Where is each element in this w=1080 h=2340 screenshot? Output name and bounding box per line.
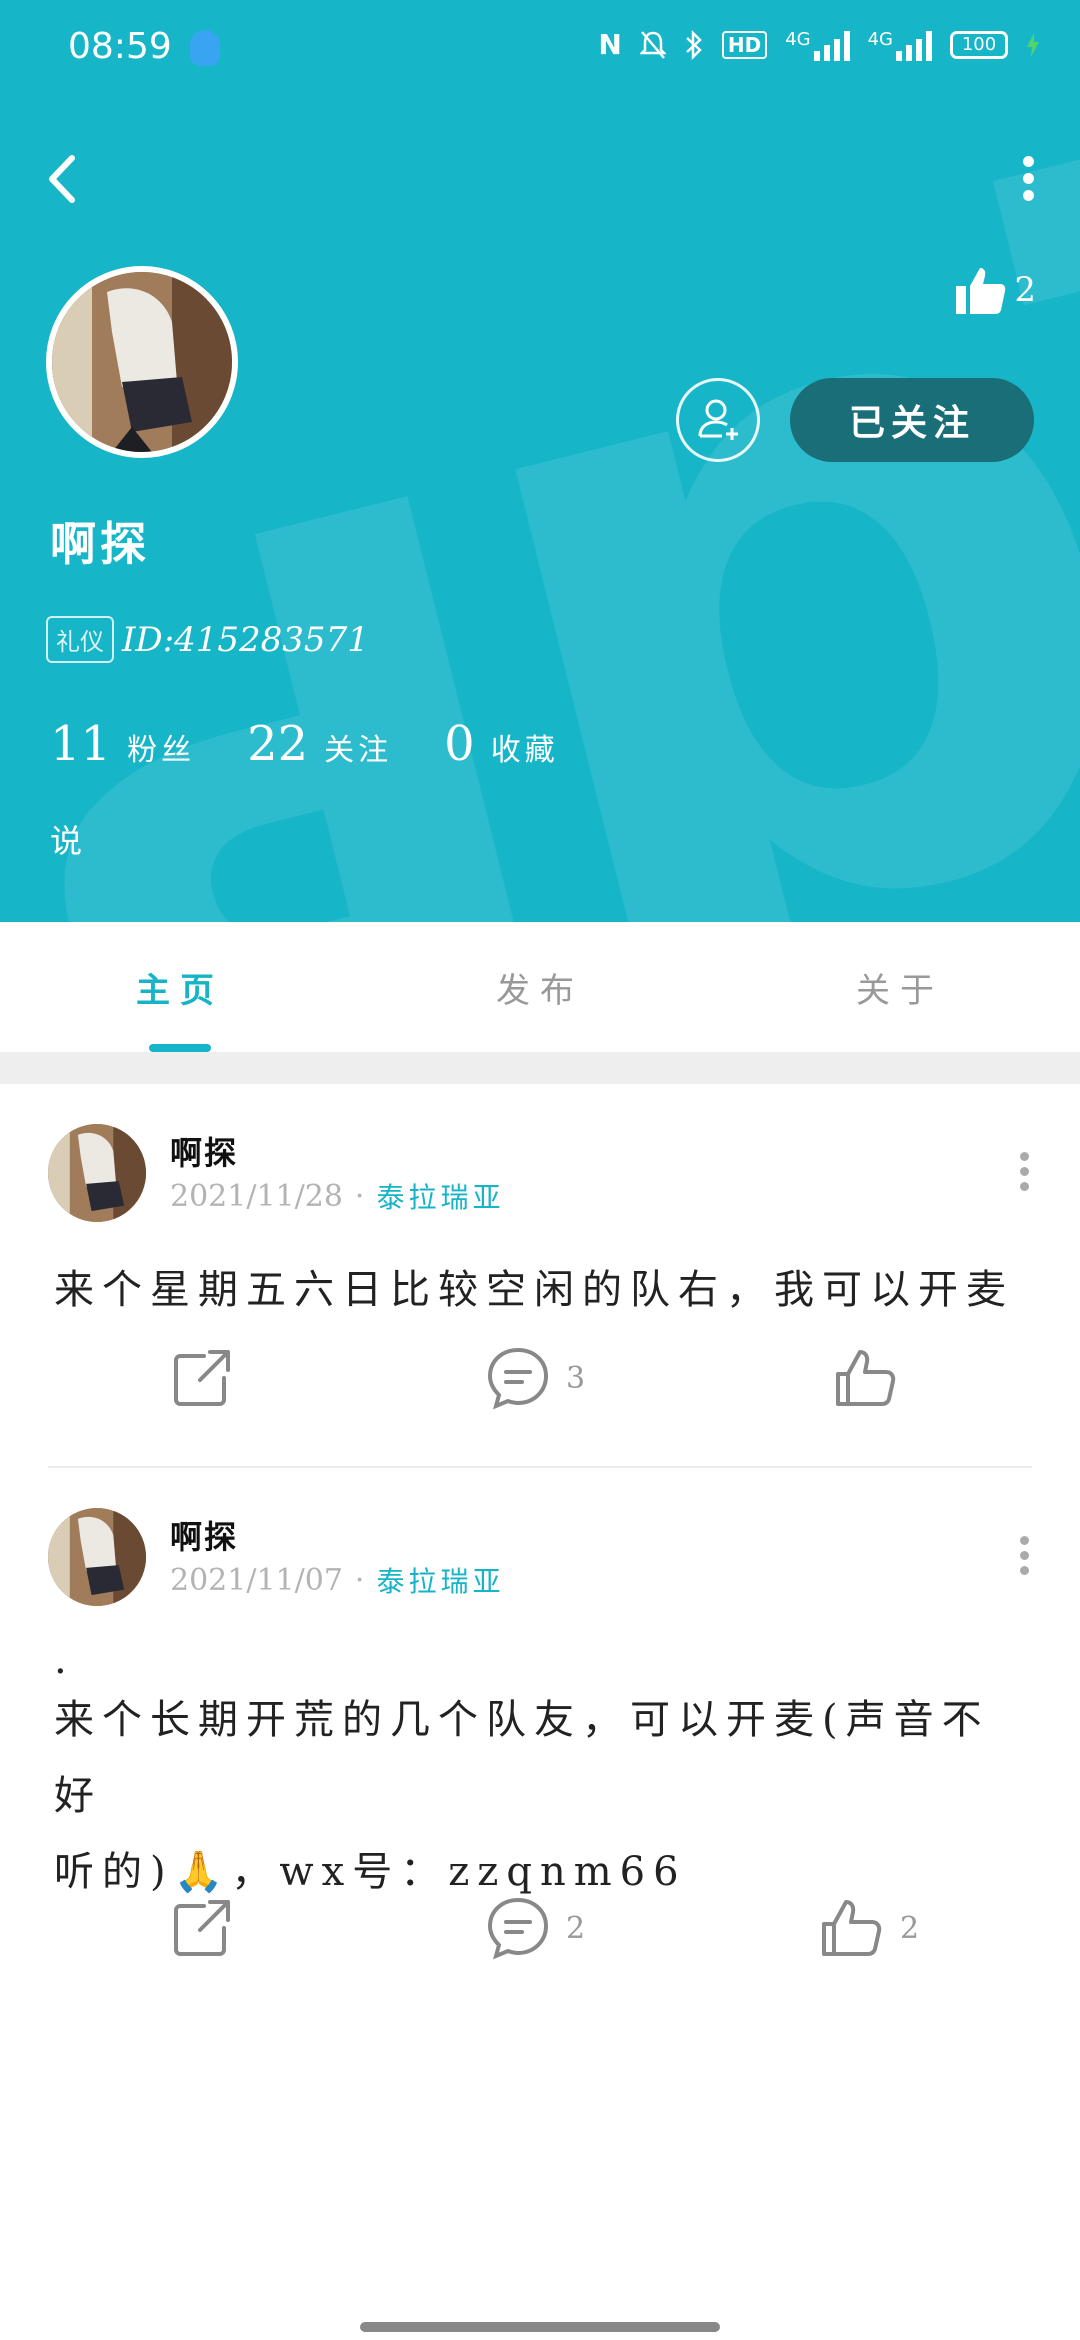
post-game-tag[interactable]: 泰拉瑞亚	[376, 1176, 504, 1216]
like-button[interactable]	[834, 1346, 914, 1410]
stat-number: 11	[50, 716, 112, 772]
bluetooth-icon	[685, 29, 702, 60]
qq-notification-icon	[190, 30, 220, 66]
meta-separator: ·	[354, 1178, 365, 1214]
post-avatar[interactable]	[48, 1124, 146, 1222]
post-text-line: .	[54, 1637, 75, 1683]
tab-posts[interactable]: 发布	[360, 922, 720, 1052]
status-icons: N HD 4G 4G 100	[598, 28, 1040, 61]
add-friend-button[interactable]	[676, 378, 760, 462]
share-button[interactable]	[170, 1346, 234, 1410]
section-divider	[0, 1052, 1080, 1084]
signal-1-icon: 4G	[785, 28, 850, 61]
post-author[interactable]: 啊探	[170, 1512, 238, 1558]
add-user-icon	[698, 399, 738, 440]
stat-following[interactable]: 22 关注	[247, 716, 392, 772]
comment-button[interactable]: 3	[486, 1346, 585, 1410]
followed-button[interactable]: 已关注	[790, 378, 1034, 462]
back-button[interactable]	[38, 148, 94, 210]
share-button[interactable]	[170, 1896, 234, 1960]
profile-like-count: 2	[1014, 270, 1036, 310]
stat-favorites[interactable]: 0 收藏	[444, 716, 559, 772]
hd-icon: HD	[721, 30, 768, 59]
post-meta: 2021/11/07 · 泰拉瑞亚	[170, 1560, 504, 1600]
post-actions: 2 2	[0, 1896, 1080, 1976]
stat-label: 关注	[324, 733, 393, 768]
profile-signature: 说	[50, 822, 83, 860]
comment-button[interactable]: 2	[486, 1896, 585, 1960]
thumbs-up-icon	[836, 1350, 896, 1406]
network-type-label-2: 4G	[867, 28, 893, 50]
profile-like[interactable]: 2	[952, 262, 1036, 318]
post-text: 来个星期五六日比较空闲的队右，我可以开麦	[54, 1252, 1034, 1328]
avatar-image	[48, 1508, 146, 1606]
avatar[interactable]	[46, 266, 238, 458]
active-tab-indicator	[149, 1044, 211, 1052]
post-more-button[interactable]	[1014, 1530, 1034, 1581]
post-text: . 来个长期开荒的几个队友，可以开麦(声音不好 听的)🙏，wx号：zzqnm66	[54, 1638, 1034, 1910]
post-card: 啊探 2021/11/07 · 泰拉瑞亚 . 来个长期开荒的几个队友，可以开麦(…	[0, 1468, 1080, 2028]
meta-separator: ·	[354, 1562, 365, 1598]
comment-count: 2	[566, 1910, 586, 1946]
stat-label: 粉丝	[127, 733, 196, 768]
user-id: ID:415283571	[122, 619, 369, 660]
thumbs-up-icon	[956, 268, 1006, 314]
avatar-image	[48, 1124, 146, 1222]
network-type-label: 4G	[785, 28, 811, 50]
comment-count: 3	[566, 1360, 586, 1396]
user-badge: 礼仪	[46, 616, 114, 663]
post-card: 啊探 2021/11/28 · 泰拉瑞亚 来个星期五六日比较空闲的队右，我可以开…	[0, 1084, 1080, 1474]
share-icon	[174, 1350, 230, 1406]
chevron-left-icon	[49, 155, 75, 203]
like-count: 2	[900, 1910, 920, 1946]
profile-tabs: 主页 发布 关于	[0, 922, 1080, 1052]
post-date: 2021/11/07	[170, 1562, 343, 1598]
post-text-line: 来个长期开荒的几个队友，可以开麦(声音不好	[54, 1697, 990, 1819]
status-time: 08:59	[68, 26, 172, 67]
stat-number: 0	[444, 716, 475, 772]
stat-fans[interactable]: 11 粉丝	[50, 716, 195, 772]
charging-icon	[1027, 32, 1039, 57]
status-bar: 08:59 N HD 4G 4G 100	[0, 0, 1080, 96]
post-meta: 2021/11/28 · 泰拉瑞亚	[170, 1176, 504, 1216]
nfc-icon: N	[598, 28, 622, 61]
tab-about[interactable]: 关于	[720, 922, 1080, 1052]
bell-muted-icon	[639, 30, 666, 59]
stat-label: 收藏	[490, 733, 559, 768]
battery-icon: 100	[950, 30, 1008, 59]
post-author[interactable]: 啊探	[170, 1128, 238, 1174]
home-indicator[interactable]	[360, 2322, 720, 2332]
profile-header: ԁpTq 08:59 N HD 4G 4G 100 2 已关注 啊探 礼仪 ID…	[0, 0, 1080, 922]
thumbs-up-icon	[822, 1900, 882, 1956]
comment-icon	[487, 1347, 549, 1410]
post-more-button[interactable]	[1014, 1146, 1034, 1197]
avatar-image	[52, 272, 232, 452]
post-game-tag[interactable]: 泰拉瑞亚	[376, 1560, 504, 1600]
profile-stats: 11 粉丝 22 关注 0 收藏	[50, 716, 611, 772]
signal-2-icon: 4G	[868, 29, 932, 61]
post-text-line: 来个星期五六日比较空闲的队右，我可以开麦	[54, 1267, 1014, 1313]
post-actions: 3	[0, 1346, 1080, 1426]
stat-number: 22	[247, 716, 309, 772]
post-date: 2021/11/28	[170, 1178, 343, 1214]
tab-home[interactable]: 主页	[0, 922, 360, 1052]
share-icon	[174, 1900, 230, 1956]
id-row: 礼仪 ID:415283571	[46, 616, 369, 663]
comment-icon	[487, 1897, 549, 1960]
profile-username: 啊探	[50, 517, 150, 571]
more-options-button[interactable]	[1016, 150, 1040, 214]
post-avatar[interactable]	[48, 1508, 146, 1606]
like-button[interactable]: 2	[820, 1896, 919, 1960]
